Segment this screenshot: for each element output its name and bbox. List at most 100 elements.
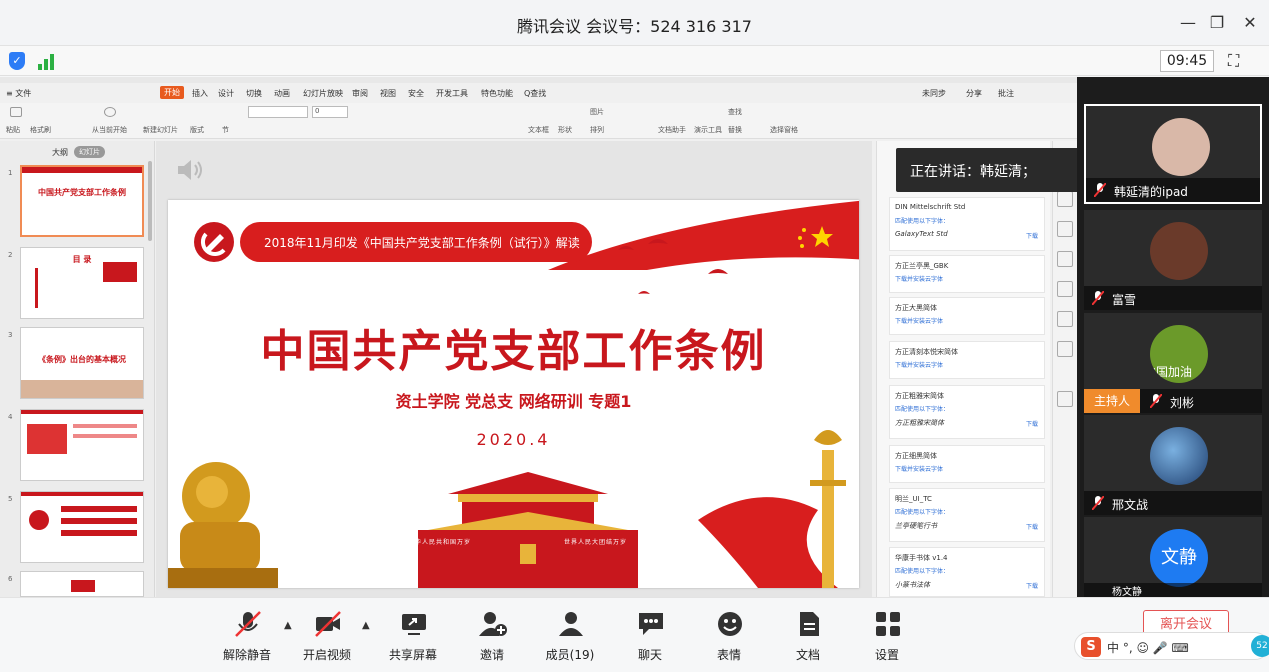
ribbon-find-label[interactable]: 查找 [728,107,742,117]
menu-home[interactable]: 开始 [160,86,184,99]
slide-thumbnail[interactable]: 目 录 [20,247,144,319]
ribbon-picture-label[interactable]: 图片 [590,107,604,117]
font-item[interactable]: 方正大黑简体 下载并安装云字体 [889,297,1045,335]
restore-button[interactable]: ❐ [1205,12,1229,34]
ime-toolbar[interactable]: S 中 °, ☺ 🎤 ⌨ 52 [1074,632,1269,660]
menu-review[interactable]: 审阅 [352,88,368,99]
ribbon-replace-label[interactable]: 替换 [728,125,742,135]
menu-view[interactable]: 视图 [380,88,396,99]
font-item[interactable]: 华康手书体 v1.4 匹配使用以下字体： 小篆书法体 下载 [889,547,1045,597]
ribbon-selection-pane-label[interactable]: 选择窗格 [770,125,798,135]
menu-unsynced[interactable]: 未同步 [922,88,946,99]
participant-tile[interactable]: 富雪 [1084,210,1262,310]
tool-icon[interactable] [1057,281,1073,297]
menu-devtools[interactable]: 开发工具 [436,88,468,99]
start-video-button[interactable]: 开启视频 [292,608,362,666]
current-slide[interactable]: 2018年11月印发《中国共产党支部工作条例（试行）》解读 中国共产党支部工作条… [168,200,859,588]
ime-badge[interactable]: 52 [1251,635,1269,657]
ribbon-arrange-label[interactable]: 排列 [590,125,604,135]
meeting-status-bar: ✓ 09:45 ⛶ [0,46,1269,76]
tab-slides[interactable]: 幻灯片 [74,146,105,158]
font-download-link[interactable]: 下载 [1026,419,1038,428]
security-shield-icon[interactable]: ✓ [9,52,25,70]
menu-search[interactable]: Q查找 [524,88,546,99]
font-item[interactable]: 方正清刻本悦宋简体 下载并安装云字体 [889,341,1045,379]
tool-icon[interactable] [1057,391,1073,407]
menu-comment[interactable]: 批注 [998,88,1014,99]
ribbon-format-painter-label[interactable]: 格式刷 [30,125,51,135]
audio-options-caret[interactable]: ▲ [284,620,292,631]
slide-subtitle: 资土学院 党总支 网络研训 专题1 [395,392,632,411]
font-sub[interactable]: 下载并安装云字体 [895,274,943,283]
tool-icon[interactable] [1057,251,1073,267]
tab-outline[interactable]: 大纲 [52,147,68,158]
tool-icon[interactable] [1057,221,1073,237]
tool-icon[interactable] [1057,191,1073,207]
emoji-button[interactable]: 表情 [694,608,764,666]
huabiao-pillar-illustration [810,430,846,588]
ribbon-paste-label[interactable]: 粘贴 [6,125,20,135]
thumbnails-scrollbar[interactable] [148,161,152,241]
ribbon-new-slide-label[interactable]: 新建幻灯片 [143,125,178,135]
font-sub[interactable]: 下载并安装云字体 [895,464,943,473]
video-options-caret[interactable]: ▲ [362,620,370,631]
font-item[interactable]: DIN Mittelschrift Std 匹配使用以下字体： GalaxyTe… [889,197,1045,251]
participant-tile[interactable]: 邢文战 [1084,415,1262,515]
menu-share[interactable]: 分享 [966,88,982,99]
font-download-link[interactable]: 下载 [1026,231,1038,240]
slide-thumbnail[interactable]: 中国共产党支部工作条例 [20,165,144,237]
menu-insert[interactable]: 插入 [192,88,208,99]
slide-thumbnail[interactable] [20,491,144,563]
network-signal-icon[interactable] [38,52,58,70]
font-item[interactable]: 方正粗雅宋简体 匹配使用以下字体： 方正粗雅宋简体 下载 [889,385,1045,439]
thumb-number: 1 [8,169,13,177]
font-download-link[interactable]: 下载 [1026,581,1038,590]
menu-design[interactable]: 设计 [218,88,234,99]
font-name-select[interactable] [248,106,308,118]
font-item[interactable]: 明兰_UI_TC 匹配使用以下字体： 兰亭硬笔行书 下载 [889,488,1045,542]
font-name: 方正清刻本悦宋简体 [895,348,958,356]
ribbon-from-current-label[interactable]: 从当前开始 [92,125,127,135]
ribbon-shape-label[interactable]: 形状 [558,125,572,135]
ribbon-present-tools-label[interactable]: 演示工具 [694,125,722,135]
tool-icon[interactable] [1057,311,1073,327]
font-sub[interactable]: 下载并安装云字体 [895,360,943,369]
menu-slideshow[interactable]: 幻灯片放映 [303,88,343,99]
font-item[interactable]: 方正兰亭黑_GBK 下载并安装云字体 [889,255,1045,293]
close-button[interactable]: ✕ [1238,12,1262,34]
menu-file[interactable]: ≡ 文件 [6,88,31,99]
play-icon[interactable] [104,107,116,117]
settings-button[interactable]: 设置 [852,608,922,666]
slide-thumbnail[interactable]: 《条例》出台的基本概况 [20,327,144,399]
audio-speaker-icon[interactable] [176,158,204,182]
ribbon-section-label[interactable]: 节 [222,125,229,135]
participant-tile[interactable]: 中国加油 主持人 刘彬 [1084,313,1262,413]
font-download-link[interactable]: 下载 [1026,522,1038,531]
participant-tile[interactable]: 文静 杨文静 [1084,517,1262,598]
ribbon-layout-label[interactable]: 版式 [190,125,204,135]
paste-icon[interactable] [10,107,22,117]
menu-features[interactable]: 特色功能 [481,88,513,99]
ribbon-doc-assistant-label[interactable]: 文档助手 [658,125,686,135]
minimize-button[interactable]: — [1176,12,1200,34]
members-button[interactable]: 成员(19) [535,608,605,666]
share-screen-button[interactable]: 共享屏幕 [378,608,448,666]
menu-animation[interactable]: 动画 [274,88,290,99]
font-size-select[interactable]: 0 [312,106,348,118]
menu-transition[interactable]: 切换 [246,88,262,99]
participant-tile[interactable]: 韩延清的ipad [1084,104,1262,204]
slide-thumbnail[interactable] [20,409,144,481]
documents-button[interactable]: 文档 [773,608,843,666]
tool-icon[interactable] [1057,341,1073,357]
fullscreen-icon[interactable]: ⛶ [1228,51,1239,71]
invite-button[interactable]: 邀请 [457,608,527,666]
slide-thumbnail[interactable] [20,571,144,597]
font-item[interactable]: 方正细黑简体 下载并安装云字体 [889,445,1045,483]
font-sub[interactable]: 下载并安装云字体 [895,316,943,325]
menu-security[interactable]: 安全 [408,88,424,99]
unmute-button[interactable]: 解除静音 [212,608,282,666]
ime-status[interactable]: 中 °, ☺ 🎤 ⌨ [1107,639,1189,656]
sogou-logo[interactable]: S [1081,637,1101,657]
chat-button[interactable]: 聊天 [615,608,685,666]
ribbon-textbox-label[interactable]: 文本框 [528,125,549,135]
